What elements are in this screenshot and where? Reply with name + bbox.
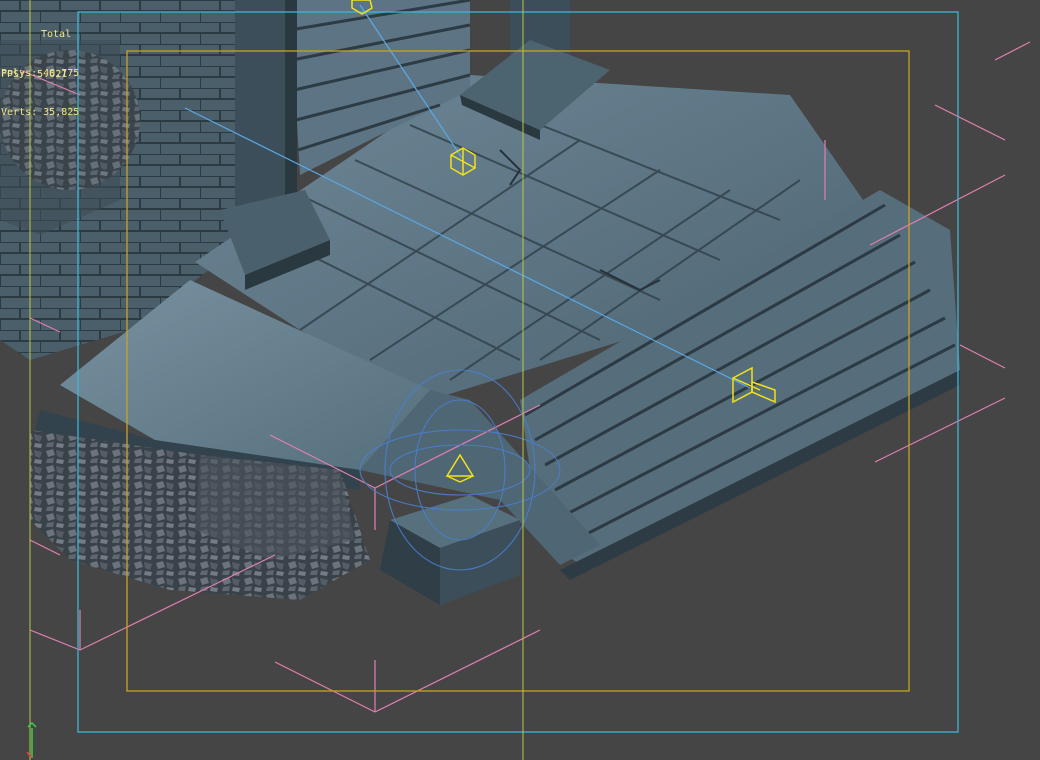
verts-value: 35,825 [43,107,80,118]
scene-render [0,0,1031,760]
fps-label: FPS: [1,69,26,80]
verts-row: Verts: 35,825 [1,106,79,119]
fps-value: 5.621 [37,69,68,80]
verts-label: Verts: [1,107,38,118]
fps-readout: FPS: 5.621 [1,68,67,81]
stats-title: Total [41,29,72,40]
axis-gizmo-icon [26,722,37,758]
perspective-viewport[interactable]: Total Polys: 40,775 Verts: 35,825 FPS: 5… [0,0,1040,760]
pedestal [380,495,520,605]
